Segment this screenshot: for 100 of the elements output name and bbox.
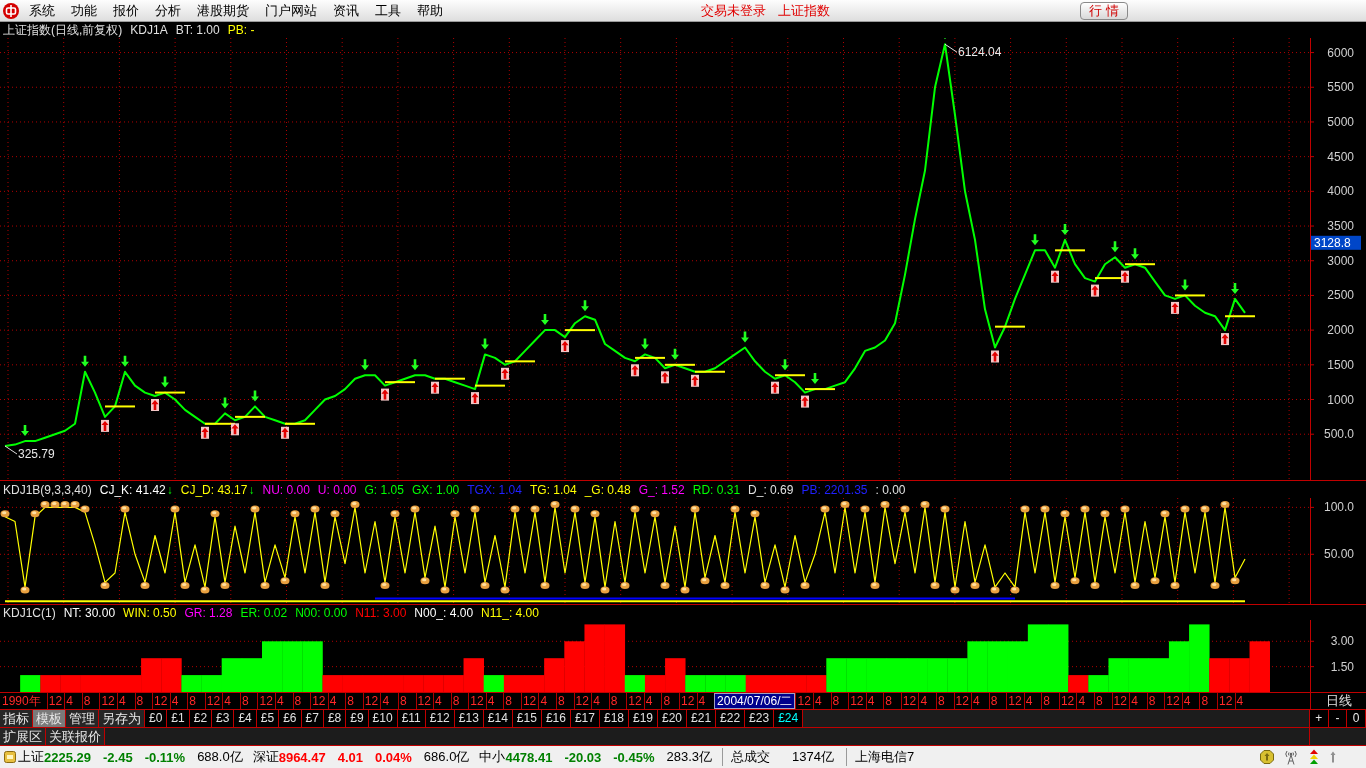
axis-label: 12 <box>1164 693 1182 709</box>
axis-label: 4 <box>327 693 346 709</box>
axis-label: 12 <box>362 693 381 709</box>
axis-label: 4 <box>1129 693 1147 709</box>
indicator-label: TG: 1.04 <box>529 482 577 497</box>
axis-label: 8 <box>1199 693 1217 709</box>
indicator-label: KDJ1B(9,3,3,40) <box>3 482 92 497</box>
index-percent: -0.45% <box>613 749 655 765</box>
axis-label: 12 <box>310 693 328 709</box>
axis-label: 8 <box>292 693 311 709</box>
axis-label: 4 <box>275 693 293 709</box>
axis-label: 1990年 <box>1 693 42 709</box>
axis-label: 5500 <box>1327 80 1354 95</box>
axis-label: 12 <box>953 693 972 709</box>
axis-label: 4 <box>1181 693 1200 709</box>
axis-label: 12 <box>46 693 65 709</box>
axis-label: 8 <box>936 693 954 709</box>
axis-label: 8 <box>883 693 901 709</box>
axis-label: 2500 <box>1327 288 1354 303</box>
index-percent: 0.04% <box>375 749 412 765</box>
indicator-label: N11_: 4.00 <box>481 605 539 620</box>
axis-label: 4 <box>538 693 556 709</box>
axis-label: 12 <box>678 693 697 709</box>
axis-label: 12 <box>795 693 814 709</box>
axis-label: 500.0 <box>1323 427 1354 442</box>
index-percent: -0.11% <box>144 749 186 765</box>
axis-label: 4 <box>591 693 609 709</box>
axis-label: 8 <box>661 693 679 709</box>
trend-arrow: ↓ <box>248 482 255 497</box>
indicator-label: G_: 1.52 <box>638 482 685 497</box>
price-tag: 3128.8 <box>1311 235 1361 250</box>
indicator-label: _G: 0.48 <box>584 482 631 497</box>
indicator-label: U: 0.00 <box>317 482 357 497</box>
axis-label: 8 <box>503 693 521 709</box>
axis-label: 2000 <box>1327 323 1354 338</box>
indicator-label: N00: 0.00 <box>295 605 348 620</box>
indicator-label: RD: 0.31 <box>692 482 741 497</box>
axis-label: 8 <box>397 693 416 709</box>
axis-label: 6000 <box>1327 45 1354 60</box>
indicator-label: NU: 0.00 <box>262 482 310 497</box>
axis-label: 8 <box>608 693 627 709</box>
index-change: -20.03 <box>564 749 602 765</box>
price-label: 325.79 <box>18 447 55 461</box>
axis-label: 4 <box>813 693 831 709</box>
axis-label: 8 <box>134 693 153 709</box>
price-label: 6124.04 <box>958 45 1002 60</box>
axis-label: 4 <box>64 693 82 709</box>
axis-label: 3000 <box>1327 253 1354 268</box>
axis-label: 4500 <box>1327 149 1354 164</box>
axis-label: 12 <box>99 693 117 709</box>
axis-label: 12 <box>900 693 919 709</box>
axis-label: 5000 <box>1327 114 1354 129</box>
indicator-label: : 0.00 <box>875 482 906 497</box>
index-value: 4478.41 <box>505 749 553 765</box>
axis-label: 4 <box>971 693 989 709</box>
index-change: -2.45 <box>103 749 133 765</box>
indicator-label: N00_: 4.00 <box>414 605 474 620</box>
indicator-label: G: 1.05 <box>364 482 404 497</box>
axis-label: 12 <box>573 693 592 709</box>
axis-label: 12 <box>1058 693 1077 709</box>
axis-label: 12 <box>626 693 644 709</box>
indicator-label: TGX: 1.04 <box>467 482 522 497</box>
axis-label: 12 <box>848 693 866 709</box>
indicator-label: 上证指数(日线,前复权) <box>3 21 123 39</box>
total-label: 总成交 <box>731 748 771 766</box>
axis-label: 8 <box>556 693 574 709</box>
turnover-amount: 686.0亿 <box>423 748 470 766</box>
axis-label: 50.00 <box>1323 547 1354 562</box>
axis-label: 8 <box>187 693 205 709</box>
indicator-label: CJ_K: 41.42 <box>99 482 166 497</box>
indicator-label: PB: 2201.35 <box>801 482 868 497</box>
axis-label: 4 <box>1076 693 1095 709</box>
status-text: 交易未登录 <box>701 1 766 20</box>
index-value: 8964.47 <box>278 749 326 765</box>
turnover-amount: 688.0亿 <box>197 748 243 766</box>
axis-label: 4 <box>1234 693 1253 709</box>
indicator-label: N11: 3.00 <box>355 605 407 620</box>
axis-label: 12 <box>1006 693 1024 709</box>
status-text: 上证指数 <box>778 1 830 20</box>
axis-label: 8 <box>239 693 258 709</box>
indicator-label: BT: 1.00 <box>175 23 220 37</box>
indicator-label: GR: 1.28 <box>184 605 233 620</box>
index-change: 4.01 <box>337 749 363 765</box>
axis-label: 12 <box>520 693 539 709</box>
indicator-label: WIN: 0.50 <box>123 605 177 620</box>
indicator-label: GX: 1.00 <box>411 482 460 497</box>
indicator-label: PB: - <box>227 23 255 37</box>
axis-label: 4 <box>485 693 504 709</box>
axis-label: 3500 <box>1327 219 1354 234</box>
axis-label: 4 <box>169 693 188 709</box>
axis-label: 4 <box>222 693 240 709</box>
axis-label: 8 <box>1146 693 1165 709</box>
turnover-amount: 283.3亿 <box>666 748 713 766</box>
axis-label: 8 <box>345 693 363 709</box>
axis-label: 12 <box>468 693 486 709</box>
axis-label: 8 <box>1041 693 1059 709</box>
axis-label: 12 <box>415 693 434 709</box>
axis-label: 4 <box>865 693 884 709</box>
axis-label: 8 <box>988 693 1007 709</box>
axis-label: 8 <box>1094 693 1112 709</box>
